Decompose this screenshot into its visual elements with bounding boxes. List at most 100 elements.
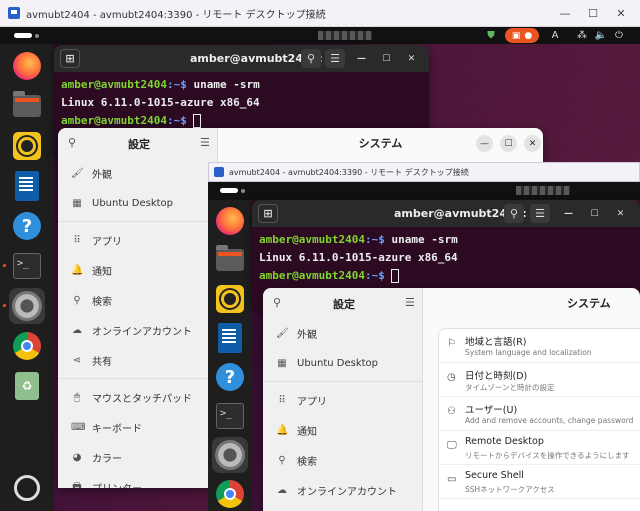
workspace-indicator[interactable] xyxy=(241,189,245,193)
main-title: システム xyxy=(358,137,403,150)
terminal-output[interactable]: amber@avmubt2404:~$ uname -srm Linux 6.1… xyxy=(54,72,429,134)
sidebar-item-color[interactable]: ◕ カラー xyxy=(58,442,217,472)
sidebar-item-online-accounts[interactable]: ☁ オンラインアカウント xyxy=(263,475,422,505)
dock-terminal[interactable]: >_ xyxy=(212,398,248,434)
dock-chrome[interactable] xyxy=(9,328,45,364)
search-icon[interactable]: ⚲ xyxy=(273,296,281,309)
ubuntu-logo-icon xyxy=(14,475,40,501)
dock-settings[interactable] xyxy=(212,437,248,473)
dock-settings[interactable] xyxy=(9,288,45,324)
maximize-icon[interactable]: ☐ xyxy=(500,135,517,152)
dock-help[interactable]: ? xyxy=(9,208,45,244)
menu-icon[interactable]: ☰ xyxy=(530,204,550,223)
dock-files[interactable] xyxy=(9,88,45,124)
power-icon[interactable]: ⏻ xyxy=(612,28,626,43)
minimize-button[interactable]: — xyxy=(550,0,580,27)
inner-rdp-titlebar: avmubt2404 - avmubt2404:3390 - リモート デスクト… xyxy=(208,162,640,182)
shield-icon[interactable]: ⛊ xyxy=(484,28,498,43)
row-secure-shell[interactable]: ▭ Secure Shell SSHネットワークアクセス xyxy=(439,465,640,499)
sidebar-item-printers[interactable]: 🖶プリンター xyxy=(58,472,217,489)
close-icon[interactable]: ✕ xyxy=(524,135,541,152)
dock-files[interactable] xyxy=(212,242,248,278)
sidebar-item-keyboard[interactable]: ⌨ キーボード xyxy=(58,412,217,442)
menu-icon[interactable]: ☰ xyxy=(200,136,210,149)
minimize-icon[interactable]: — xyxy=(562,207,575,220)
inner-settings-window[interactable]: ⚲ 設定 ☰ 🖌 外観 ▦ Ubuntu Desktop ⠿ アプリ 🔔 通知 ⚲ 検索 … xyxy=(263,288,640,511)
new-tab-icon[interactable]: ⊞ xyxy=(258,204,278,223)
new-tab-icon[interactable]: ⊞ xyxy=(60,49,80,68)
sidebar-item-sharing[interactable]: ⋖共有 xyxy=(58,345,217,375)
close-icon[interactable]: ✕ xyxy=(405,52,418,65)
cloud-icon: ☁ xyxy=(277,484,287,496)
terminal-headerbar: ⊞ amber@avmubt2404: ~ ⚲ ☰ — ☐ ✕ xyxy=(54,45,429,72)
sidebar-item-sharing[interactable]: ⋖共有 xyxy=(263,505,422,511)
sidebar-item-apps[interactable]: ⠿ アプリ xyxy=(58,225,217,255)
sidebar-item-apps[interactable]: ⠿ アプリ xyxy=(263,385,422,415)
network-icon[interactable]: ⁂ xyxy=(575,28,589,43)
minimize-icon[interactable]: — xyxy=(476,135,493,152)
trash-icon: ♻ xyxy=(15,372,39,400)
terminal-output[interactable]: amber@avmubt2404:~$ uname -srm Linux 6.1… xyxy=(252,227,640,289)
remote-desktop-icon: 🖵 xyxy=(447,440,457,451)
mic-icon: ● xyxy=(524,30,533,41)
divider xyxy=(263,381,422,382)
sidebar-item-appearance[interactable]: 🖌 外観 xyxy=(58,158,217,188)
sidebar-item-search[interactable]: ⚲ 検索 xyxy=(263,445,422,475)
clock[interactable] xyxy=(318,31,372,40)
inner-dock: ? >_ xyxy=(208,200,252,511)
row-users[interactable]: ⚇ ユーザー(U) Add and remove accounts, change … xyxy=(439,397,640,431)
menu-icon[interactable]: ☰ xyxy=(405,296,415,309)
sidebar-item-search[interactable]: ⚲ 検索 xyxy=(58,285,217,315)
input-method-indicator[interactable]: A xyxy=(549,28,561,43)
sidebar-item-mouse[interactable]: 🖱 マウスとタッチパッド xyxy=(58,382,217,412)
share-icon: ⋖ xyxy=(72,354,82,366)
dock-terminal[interactable]: >_ xyxy=(9,248,45,284)
dock-rhythmbox[interactable] xyxy=(212,281,248,317)
close-button[interactable]: ✕ xyxy=(606,0,636,27)
rdp-app-icon xyxy=(214,167,224,177)
color-icon: ◕ xyxy=(72,451,82,463)
search-icon[interactable]: ⚲ xyxy=(301,49,321,68)
search-icon[interactable]: ⚲ xyxy=(68,136,76,149)
inner-topbar xyxy=(208,182,640,200)
inner-rdp-window[interactable]: avmubt2404 - avmubt2404:3390 - リモート デスクト… xyxy=(208,162,640,511)
chrome-icon xyxy=(216,480,244,508)
dock-show-apps[interactable] xyxy=(9,470,45,506)
divider xyxy=(58,221,217,222)
menu-icon[interactable]: ☰ xyxy=(325,49,345,68)
users-icon: ⚇ xyxy=(447,406,456,417)
running-indicator xyxy=(3,264,6,267)
dock-rhythmbox[interactable] xyxy=(9,128,45,164)
minimize-icon[interactable]: — xyxy=(355,52,368,65)
clock[interactable] xyxy=(516,186,570,195)
row-date-time[interactable]: ◷ 日付と時刻(D) タイムゾーンと時計の設定 xyxy=(439,363,640,397)
screen-share-indicator[interactable]: ▣ ● xyxy=(505,28,539,43)
sidebar-item-online-accounts[interactable]: ☁ オンラインアカウント xyxy=(58,315,217,345)
dock-chrome[interactable] xyxy=(212,476,248,511)
sidebar-item-ubuntu-desktop[interactable]: ▦ Ubuntu Desktop xyxy=(263,348,422,378)
desktop-icon: ▦ xyxy=(277,357,287,369)
maximize-button[interactable]: ☐ xyxy=(578,0,608,27)
sidebar-item-ubuntu-desktop[interactable]: ▦ Ubuntu Desktop xyxy=(58,188,217,218)
close-icon[interactable]: ✕ xyxy=(614,207,627,220)
dock-help[interactable]: ? xyxy=(212,359,248,395)
workspace-indicator-active[interactable] xyxy=(220,188,238,193)
sidebar-item-notifications[interactable]: 🔔 通知 xyxy=(263,415,422,445)
dock-trash[interactable]: ♻ xyxy=(9,368,45,404)
search-icon: ⚲ xyxy=(278,454,286,466)
sidebar-header: ⚲ 設定 ☰ xyxy=(58,128,217,158)
row-region-language[interactable]: ⚐ 地域と言語(R) System language and localizatio… xyxy=(439,329,640,363)
dock-firefox[interactable] xyxy=(212,203,248,239)
volume-icon[interactable]: 🔈 xyxy=(594,28,608,43)
search-icon[interactable]: ⚲ xyxy=(504,204,524,223)
sidebar-item-notifications[interactable]: 🔔 通知 xyxy=(58,255,217,285)
row-remote-desktop[interactable]: 🖵 Remote Desktop リモートからデバイスを操作できるようにします xyxy=(439,431,640,465)
dock-writer[interactable] xyxy=(9,168,45,204)
maximize-icon[interactable]: ☐ xyxy=(380,52,393,65)
dock-firefox[interactable] xyxy=(9,48,45,84)
workspace-indicator-active[interactable] xyxy=(14,33,32,38)
maximize-icon[interactable]: ☐ xyxy=(588,207,601,220)
dock-writer[interactable] xyxy=(212,320,248,356)
sidebar-item-appearance[interactable]: 🖌 外観 xyxy=(263,318,422,348)
workspace-indicator[interactable] xyxy=(35,34,39,38)
